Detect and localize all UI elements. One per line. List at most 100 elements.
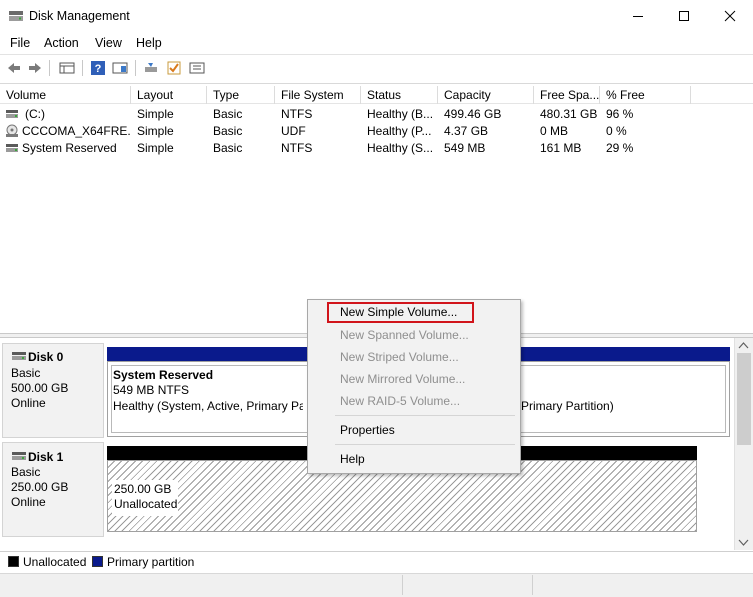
svg-text:?: ? <box>95 63 102 75</box>
scrollbar-thumb[interactable] <box>737 353 751 445</box>
menu-item-new-mirrored-volume: New Mirrored Volume... <box>340 372 466 386</box>
menu-item-new-spanned-volume: New Spanned Volume... <box>340 328 469 342</box>
properties-button[interactable] <box>187 59 207 77</box>
disk-1-state: Online <box>11 495 46 509</box>
cell-type: Basic <box>213 141 243 155</box>
cell-file-system: UDF <box>281 124 306 138</box>
cell-volume: (C:) <box>25 107 45 121</box>
disk-0-size: 500.00 GB <box>11 381 69 395</box>
column-header-status[interactable]: Status <box>361 86 438 104</box>
cell-file-system: NTFS <box>281 107 313 121</box>
forward-button[interactable] <box>25 59 45 77</box>
back-button[interactable] <box>4 59 24 77</box>
menu-item-help[interactable]: Help <box>340 449 365 469</box>
properties-icon <box>189 62 205 74</box>
check-button[interactable] <box>164 59 184 77</box>
cell-status: Healthy (S... <box>367 141 434 155</box>
status-divider <box>402 575 403 595</box>
disk-0-state: Online <box>11 396 46 410</box>
menu-separator <box>335 415 515 416</box>
column-header-percent-free[interactable]: % Free <box>600 86 691 104</box>
cell-percent-free: 0 % <box>606 124 627 138</box>
cell-volume: CCCOMA_X64FRE... <box>22 124 130 138</box>
show-pane-button[interactable] <box>110 59 130 77</box>
minimize-button[interactable] <box>615 0 661 32</box>
toolbar-separator <box>49 60 50 76</box>
partition-size: 549 MB NTFS <box>113 383 190 397</box>
maximize-icon <box>679 11 689 21</box>
close-button[interactable] <box>707 0 753 32</box>
status-divider <box>532 575 533 595</box>
status-bar <box>0 573 753 597</box>
cell-volume: System Reserved <box>22 141 117 155</box>
disk-1-size: 250.00 GB <box>11 480 69 494</box>
column-header-layout[interactable]: Layout <box>131 86 207 104</box>
column-header-free-space[interactable]: Free Spa... <box>534 86 600 104</box>
legend-swatch-primary <box>92 556 103 567</box>
toolbar-separator <box>82 60 83 76</box>
unallocated-label: Unallocated <box>114 497 178 511</box>
disk-wizard-icon <box>145 63 157 72</box>
drive-icon <box>6 144 18 152</box>
menu-item-new-raid5-volume: New RAID-5 Volume... <box>340 394 461 408</box>
cell-free-space: 480.31 GB <box>540 107 598 121</box>
column-header-volume[interactable]: Volume <box>0 86 131 104</box>
disk-0-type: Basic <box>11 366 41 380</box>
console-tree-button[interactable] <box>57 59 77 77</box>
column-header-capacity[interactable]: Capacity <box>438 86 534 104</box>
cell-capacity: 499.46 GB <box>444 107 502 121</box>
partition-status: Healthy (System, Active, Primary Pa <box>113 399 303 413</box>
partition-c-status: Primary Partition) <box>521 399 614 413</box>
check-icon <box>167 61 181 75</box>
menu-separator <box>335 444 515 445</box>
cell-type: Basic <box>213 124 243 138</box>
close-icon <box>724 10 736 22</box>
cell-capacity: 549 MB <box>444 141 486 155</box>
drive-icon <box>6 110 18 118</box>
forward-arrow-icon <box>29 63 41 73</box>
help-icon: ? <box>91 61 105 75</box>
disk-1-name: Disk 1 <box>28 450 64 464</box>
disk-management-app-icon <box>9 11 23 21</box>
cell-capacity: 4.37 GB <box>444 124 489 138</box>
cell-free-space: 161 MB <box>540 141 582 155</box>
menu-item-new-striped-volume: New Striped Volume... <box>340 350 459 364</box>
toolbar-separator <box>135 60 136 76</box>
disk-icon <box>12 452 26 460</box>
scroll-down-icon[interactable] <box>738 538 749 547</box>
legend-label-primary: Primary partition <box>107 555 195 569</box>
back-arrow-icon <box>8 63 20 73</box>
menu-file[interactable]: File <box>10 36 30 50</box>
menu-action[interactable]: Action <box>44 36 79 50</box>
cell-layout: Simple <box>137 107 174 121</box>
cd-drive-icon <box>6 124 18 137</box>
column-header-type[interactable]: Type <box>207 86 275 104</box>
cell-layout: Simple <box>137 124 174 138</box>
cell-status: Healthy (P... <box>367 124 432 138</box>
console-tree-icon <box>59 62 75 74</box>
scroll-up-icon[interactable] <box>738 341 749 350</box>
menu-help[interactable]: Help <box>136 36 162 50</box>
menu-item-properties[interactable]: Properties <box>340 420 395 440</box>
disk-wizard-button[interactable] <box>141 59 161 77</box>
menu-view[interactable]: View <box>95 36 122 50</box>
disk-icon <box>12 352 26 360</box>
maximize-button[interactable] <box>661 0 707 32</box>
cell-status: Healthy (B... <box>367 107 434 121</box>
cell-percent-free: 96 % <box>606 107 634 121</box>
show-pane-icon <box>112 62 128 74</box>
help-button[interactable]: ? <box>88 59 108 77</box>
legend-swatch-unallocated <box>8 556 19 567</box>
cell-layout: Simple <box>137 141 174 155</box>
disk-1-type: Basic <box>11 465 41 479</box>
minimize-icon <box>633 16 643 17</box>
cell-free-space: 0 MB <box>540 124 569 138</box>
cell-file-system: NTFS <box>281 141 313 155</box>
legend-label-unallocated: Unallocated <box>23 555 87 569</box>
cell-percent-free: 29 % <box>606 141 634 155</box>
disk-0-name: Disk 0 <box>28 350 64 364</box>
highlight-box <box>327 302 474 323</box>
window-title: Disk Management <box>29 9 130 23</box>
partition-title: System Reserved <box>113 368 214 382</box>
column-header-file-system[interactable]: File System <box>275 86 361 104</box>
